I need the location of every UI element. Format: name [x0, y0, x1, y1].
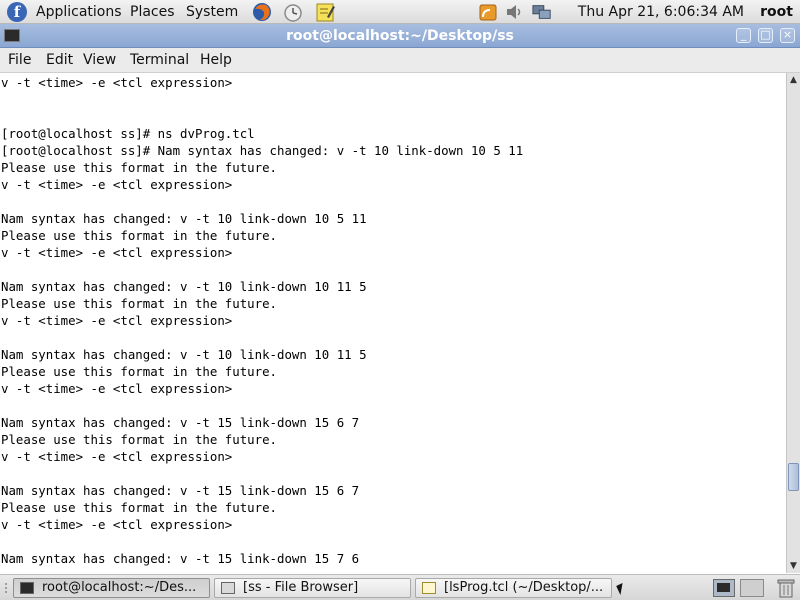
scrollbar-thumb[interactable] — [788, 463, 799, 491]
minimize-button[interactable]: _ — [736, 28, 751, 43]
window-title: root@localhost:~/Desktop/ss — [286, 28, 514, 44]
trash-icon[interactable] — [777, 578, 795, 598]
terminal-line: Please use this format in the future. — [1, 160, 278, 175]
scroll-up-arrow-icon[interactable]: ▲ — [787, 73, 800, 87]
panel-handle-icon — [5, 583, 7, 593]
terminal-line: Nam syntax has changed: v -t 15 link-dow… — [1, 551, 360, 566]
terminal-line: Nam syntax has changed: v -t 10 link-dow… — [1, 211, 367, 226]
workspace-2-icon[interactable] — [740, 579, 764, 597]
terminal-line: v -t <time> -e <tcl expression> — [1, 449, 233, 464]
menu-file[interactable]: File — [8, 52, 31, 68]
terminal-line: Please use this format in the future. — [1, 432, 278, 447]
bottom-panel: root@localhost:~/Des... [ss - File Brows… — [0, 574, 800, 600]
menu-help[interactable]: Help — [200, 52, 232, 68]
taskbar-item-file-browser[interactable]: [ss - File Browser] — [214, 578, 411, 598]
terminal-line: Nam syntax has changed: v -t 15 link-dow… — [1, 483, 360, 498]
terminal-line: Please use this format in the future. — [1, 296, 278, 311]
fedora-logo-icon[interactable]: f — [7, 2, 27, 22]
top-panel: f Applications Places System Thu Apr 21,… — [0, 0, 800, 24]
firefox-icon[interactable] — [251, 1, 273, 23]
menu-terminal[interactable]: Terminal — [130, 52, 189, 68]
menubar: File Edit View Terminal Help — [0, 48, 800, 73]
terminal-line: Nam syntax has changed: v -t 10 link-dow… — [1, 279, 367, 294]
text-editor-icon — [422, 582, 436, 594]
update-notifier-icon[interactable] — [478, 2, 498, 22]
network-icon[interactable] — [532, 2, 552, 22]
terminal-line: v -t <time> -e <tcl expression> — [1, 177, 233, 192]
mail-clock-icon[interactable] — [282, 1, 304, 23]
terminal-line: v -t <time> -e <tcl expression> — [1, 381, 233, 396]
terminal-line: Nam syntax has changed: v -t 15 link-dow… — [1, 415, 360, 430]
maximize-button[interactable]: □ — [758, 28, 773, 43]
folder-icon — [221, 582, 235, 594]
terminal-icon — [20, 582, 34, 594]
terminal-scrollbar[interactable]: ▲ ▼ — [786, 73, 800, 573]
terminal-line: v -t <time> -e <tcl expression> — [1, 313, 233, 328]
terminal-line: Nam syntax has changed: v -t 10 link-dow… — [1, 347, 367, 362]
clock[interactable]: Thu Apr 21, 6:06:34 AM — [578, 3, 744, 21]
notes-icon[interactable] — [314, 1, 336, 23]
close-button[interactable]: × — [780, 28, 795, 43]
taskbar-item-terminal[interactable]: root@localhost:~/Des... — [13, 578, 210, 598]
terminal-line: v -t <time> -e <tcl expression> — [1, 517, 233, 532]
window-titlebar[interactable]: root@localhost:~/Desktop/ss _ □ × — [0, 24, 800, 48]
taskbar-item-text-editor[interactable]: [lsProg.tcl (~/Desktop/... — [415, 578, 612, 598]
user-name[interactable]: root — [760, 3, 793, 21]
menu-view[interactable]: View — [83, 52, 116, 68]
terminal-output[interactable]: v -t <time> -e <tcl expression> [root@loc… — [0, 73, 786, 573]
workspace-switcher-icon[interactable] — [713, 579, 735, 597]
terminal-line: v -t <time> -e <tcl expression> — [1, 245, 233, 260]
terminal-line: Please use this format in the future. — [1, 228, 278, 243]
terminal-line: Please use this format in the future. — [1, 500, 278, 515]
menu-edit[interactable]: Edit — [46, 52, 73, 68]
terminal-line: [root@localhost ss]# Nam syntax has chan… — [1, 143, 524, 158]
terminal-line: Please use this format in the future. — [1, 364, 278, 379]
scroll-down-arrow-icon[interactable]: ▼ — [787, 559, 800, 573]
places-menu[interactable]: Places — [130, 3, 175, 21]
volume-icon[interactable] — [504, 2, 524, 22]
applications-menu[interactable]: Applications — [36, 3, 122, 21]
terminal-line: v -t <time> -e <tcl expression> — [1, 75, 233, 90]
system-menu[interactable]: System — [186, 3, 238, 21]
terminal-line: [root@localhost ss]# ns dvProg.tcl — [1, 126, 255, 141]
